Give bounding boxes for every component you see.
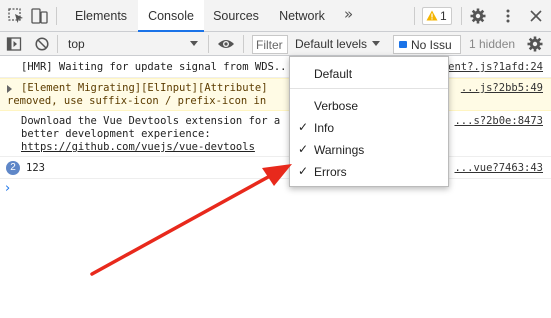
gear-icon[interactable] [527, 36, 543, 52]
vue-devtools-link[interactable]: https://github.com/vuejs/vue-devtools [21, 141, 255, 154]
message-text: Download the Vue Devtools extension for … [21, 115, 281, 127]
message-source-link[interactable]: ...vue?7463:43 [454, 162, 543, 174]
tab-console[interactable]: Console [138, 0, 204, 32]
message-text: better development experience: [21, 128, 211, 140]
device-toggle-icon[interactable] [31, 8, 49, 24]
console-message: 2 123 ...vue?7463:43 [0, 157, 551, 179]
console-messages: [HMR] Waiting for update signal from WDS… [0, 57, 551, 318]
tab-network[interactable]: Network [269, 0, 335, 32]
console-prompt-icon[interactable]: › [5, 181, 10, 196]
tabbar-divider [461, 7, 462, 25]
toolbar-divider [243, 35, 244, 53]
menu-item-label: Errors [314, 165, 347, 179]
console-message: Download the Vue Devtools extension for … [0, 111, 551, 157]
console-message: [HMR] Waiting for update signal from WDS… [0, 57, 551, 78]
issues-button[interactable]: No Issu [393, 35, 461, 54]
message-text: [Element Migrating][ElInput][Attribute] [21, 82, 268, 94]
console-toolbar: top Filter Default levels No Issu 1 hidd… [0, 32, 551, 56]
eye-icon[interactable] [217, 36, 235, 52]
repeat-count-badge: 2 [6, 161, 20, 175]
hidden-messages-count: 1 hidden [469, 37, 516, 51]
filter-input[interactable]: Filter [252, 35, 288, 54]
chevron-down-icon [190, 41, 198, 46]
tabbar-divider [56, 7, 57, 25]
checkmark-icon: ✓ [298, 120, 309, 134]
checkmark-icon: ✓ [298, 164, 309, 178]
menu-item-info[interactable]: ✓ Info [290, 117, 448, 137]
message-text: 123 [26, 162, 45, 174]
warning-count: 1 [440, 9, 447, 23]
log-levels-label: Default levels [295, 37, 368, 51]
close-icon[interactable] [528, 8, 544, 24]
warning-counter-button[interactable]: 1 [422, 7, 452, 25]
menu-item-label: Info [314, 121, 335, 135]
message-text: [HMR] Waiting for update signal from WDS… [21, 61, 293, 73]
menu-item-label: Verbose [314, 99, 359, 113]
message-source-link[interactable]: ...s?2b0e:8473 [454, 115, 543, 127]
clear-console-icon[interactable] [34, 36, 50, 52]
tabbar-divider [414, 7, 415, 25]
gear-icon[interactable] [470, 8, 486, 24]
issues-flag-icon [399, 41, 407, 48]
menu-item-default[interactable]: Default [290, 63, 448, 83]
inspect-icon[interactable] [8, 8, 26, 24]
chevron-down-icon [372, 41, 380, 46]
issues-label: No Issu [411, 38, 452, 52]
menu-item-label: Warnings [314, 143, 365, 157]
toolbar-divider [57, 35, 58, 53]
menu-item-verbose[interactable]: Verbose [290, 95, 448, 115]
toolbar-divider [208, 35, 209, 53]
kebab-menu-icon[interactable] [500, 8, 516, 24]
console-warning-message: [Element Migrating][ElInput][Attribute] … [0, 78, 551, 111]
tab-sources[interactable]: Sources [205, 0, 267, 32]
expand-triangle-icon[interactable] [7, 85, 12, 93]
checkmark-icon: ✓ [298, 142, 309, 156]
message-source-link[interactable]: ...js?2bb5:49 [461, 82, 543, 94]
menu-item-errors[interactable]: ✓ Errors [290, 161, 448, 181]
menu-item-label: Default [314, 67, 353, 81]
menu-divider [290, 88, 448, 89]
filter-placeholder: Filter [256, 38, 283, 52]
tab-elements[interactable]: Elements [64, 0, 138, 32]
devtools-tabbar: Elements Console Sources Network » 1 [0, 0, 551, 32]
message-text: removed, use suffix-icon / prefix-icon i… [7, 95, 267, 107]
log-levels-dropdown[interactable]: Default levels [290, 35, 386, 54]
sidebar-toggle-icon[interactable] [6, 36, 22, 52]
context-value: top [68, 37, 85, 51]
warning-icon [426, 10, 438, 21]
more-tabs-icon[interactable]: » [344, 5, 353, 23]
menu-item-warnings[interactable]: ✓ Warnings [290, 139, 448, 159]
log-levels-menu: Default Verbose ✓ Info ✓ Warnings ✓ Erro… [289, 56, 449, 187]
execution-context-select[interactable]: top [62, 35, 202, 53]
